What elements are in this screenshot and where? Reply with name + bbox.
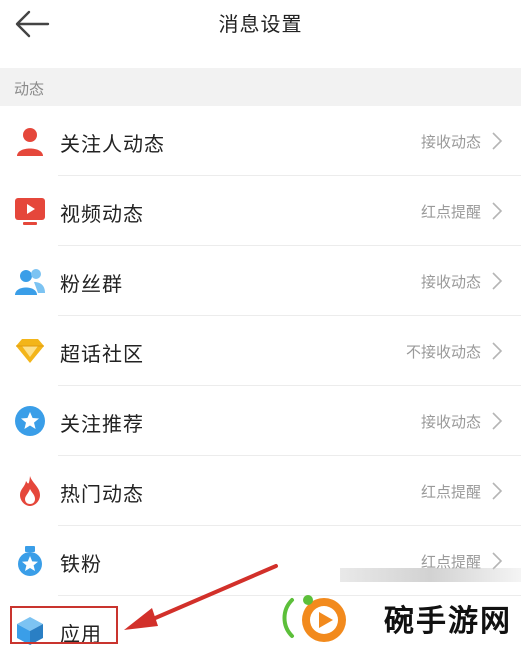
chevron-right-icon bbox=[492, 342, 503, 360]
video-play-icon bbox=[15, 198, 45, 225]
row-super-topic[interactable]: 超话社区 不接收动态 bbox=[0, 316, 521, 386]
group-icon bbox=[15, 269, 45, 295]
watermark: 碗手游网 bbox=[268, 586, 521, 648]
row-following-updates[interactable]: 关注人动态 接收动态 bbox=[0, 106, 521, 176]
row-label: 铁粉 bbox=[60, 552, 102, 576]
highlight-box bbox=[10, 606, 118, 644]
row-value: 不接收动态 bbox=[405, 343, 481, 361]
row-label: 视频动态 bbox=[60, 202, 144, 226]
pointer-arrow-icon bbox=[124, 564, 278, 630]
section-header: 动态 bbox=[0, 68, 521, 108]
row-video-updates[interactable]: 视频动态 红点提醒 bbox=[0, 176, 521, 246]
row-label: 关注推荐 bbox=[60, 412, 144, 436]
page-title: 消息设置 bbox=[218, 12, 303, 36]
row-value: 接收动态 bbox=[420, 133, 481, 151]
chevron-right-icon bbox=[492, 482, 503, 500]
row-value: 接收动态 bbox=[420, 413, 481, 431]
row-label: 关注人动态 bbox=[60, 132, 165, 156]
blurred-area bbox=[340, 568, 521, 582]
star-badge-icon bbox=[15, 406, 45, 436]
row-value: 红点提醒 bbox=[420, 483, 481, 501]
row-label: 超话社区 bbox=[60, 342, 144, 366]
row-label: 粉丝群 bbox=[60, 272, 123, 296]
chevron-right-icon bbox=[492, 202, 503, 220]
person-icon bbox=[17, 128, 43, 156]
diamond-icon bbox=[16, 339, 44, 363]
row-value: 红点提醒 bbox=[420, 203, 481, 221]
chevron-right-icon bbox=[492, 272, 503, 290]
section-title: 动态 bbox=[14, 80, 45, 98]
row-fan-group[interactable]: 粉丝群 接收动态 bbox=[0, 246, 521, 316]
row-label: 热门动态 bbox=[60, 482, 144, 506]
row-hot-updates[interactable]: 热门动态 红点提醒 bbox=[0, 456, 521, 526]
top-bar: 消息设置 bbox=[0, 0, 521, 50]
medal-icon bbox=[18, 546, 42, 576]
flame-icon bbox=[20, 476, 40, 506]
row-follow-recommend[interactable]: 关注推荐 接收动态 bbox=[0, 386, 521, 456]
row-value: 接收动态 bbox=[420, 273, 481, 291]
chevron-right-icon bbox=[492, 132, 503, 150]
watermark-text: 碗手游网 bbox=[384, 604, 512, 639]
watermark-logo-icon bbox=[282, 595, 346, 642]
chevron-right-icon bbox=[492, 412, 503, 430]
